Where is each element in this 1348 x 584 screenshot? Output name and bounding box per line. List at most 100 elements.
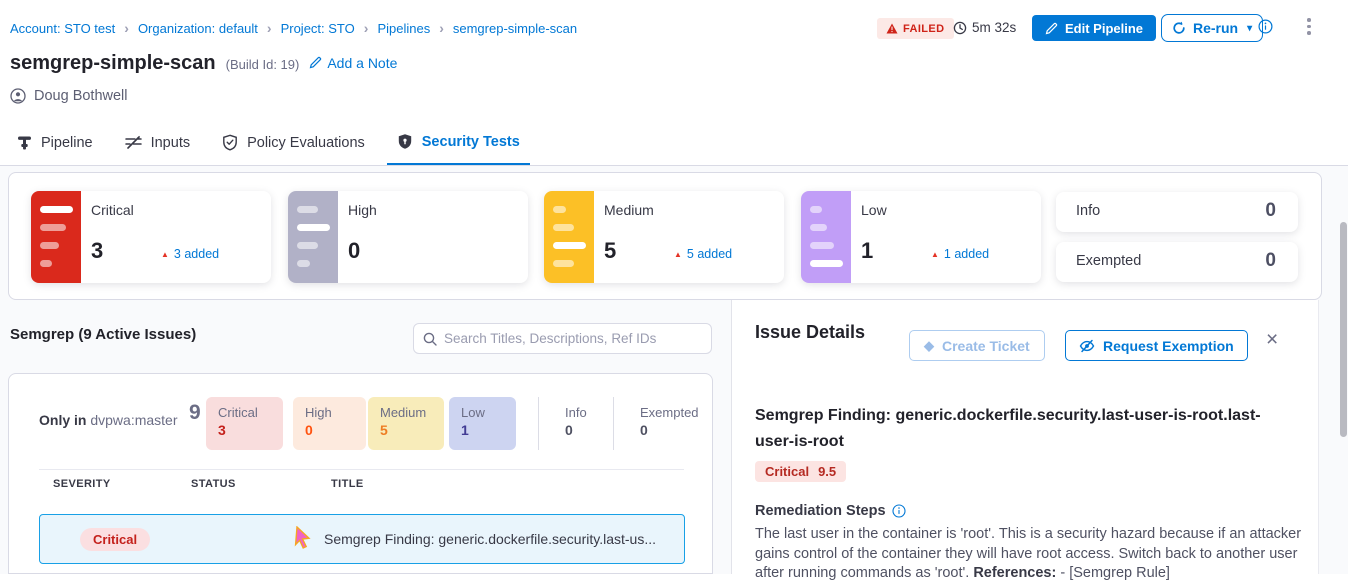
chip-value: 0 bbox=[565, 422, 587, 438]
severity-overview-panel: Critical 3 ▲ 3 added High 0 ▲ Medium 5 bbox=[8, 172, 1322, 300]
filter-chip-low[interactable]: Low 1 bbox=[449, 397, 516, 450]
severity-delta-label: 5 added bbox=[687, 247, 732, 261]
column-header-title: TITLE bbox=[331, 478, 364, 490]
severity-delta: ▲ 5 added bbox=[674, 247, 732, 261]
filter-chip-exempted[interactable]: Exempted 0 bbox=[628, 397, 711, 450]
tab-label: Security Tests bbox=[422, 134, 520, 150]
low-severity-gauge-icon bbox=[801, 191, 851, 283]
severity-card-high: High 0 ▲ bbox=[288, 191, 528, 283]
breadcrumb-pipelines[interactable]: Pipelines bbox=[377, 21, 430, 36]
inputs-icon bbox=[125, 135, 142, 150]
breadcrumb-current-pipeline[interactable]: semgrep-simple-scan bbox=[453, 21, 577, 36]
chip-label: Info bbox=[565, 405, 587, 420]
breadcrumb-project[interactable]: Project: STO bbox=[281, 21, 355, 36]
diamond-ticket-icon: ◆ bbox=[924, 338, 934, 354]
severity-delta-label: 3 added bbox=[174, 247, 219, 261]
status-badge-failed: FAILED bbox=[877, 18, 954, 39]
request-exemption-button[interactable]: Request Exemption bbox=[1065, 330, 1248, 361]
issues-search-box bbox=[413, 323, 712, 354]
severity-card-value: 5 bbox=[604, 238, 616, 264]
user-row: Doug Bothwell bbox=[10, 88, 128, 104]
severity-delta-label: 1 added bbox=[944, 247, 989, 261]
issues-total-count: 9 bbox=[189, 401, 201, 425]
triangle-up-icon: ▲ bbox=[674, 250, 682, 259]
edit-pencil-icon bbox=[1045, 22, 1058, 35]
divider bbox=[538, 397, 539, 450]
column-header-status: STATUS bbox=[191, 478, 236, 490]
security-tests-icon bbox=[397, 133, 413, 150]
info-circle-icon[interactable] bbox=[892, 504, 906, 518]
chevron-right-icon: › bbox=[364, 20, 369, 36]
divider bbox=[39, 469, 684, 470]
exempted-summary-card: Exempted 0 bbox=[1056, 242, 1298, 282]
remediation-heading: Remediation Steps bbox=[755, 503, 906, 519]
policy-evaluations-icon bbox=[222, 134, 238, 151]
chip-value: 1 bbox=[461, 422, 504, 438]
chevron-right-icon: › bbox=[439, 20, 444, 36]
tab-pipeline[interactable]: Pipeline bbox=[7, 120, 103, 165]
rerun-button[interactable]: Re-run ▾ bbox=[1161, 14, 1263, 42]
filter-chip-info[interactable]: Info 0 bbox=[553, 397, 599, 450]
severity-card-low: Low 1 ▲ 1 added bbox=[801, 191, 1041, 283]
exempted-card-label: Exempted bbox=[1076, 253, 1141, 269]
status-badge-label: FAILED bbox=[903, 23, 945, 35]
issue-details-drawer: Issue Details ◆ Create Ticket Request Ex… bbox=[731, 300, 1319, 574]
rerun-refresh-icon bbox=[1172, 21, 1186, 35]
chevron-right-icon: › bbox=[267, 20, 272, 36]
info-card-label: Info bbox=[1076, 203, 1100, 219]
tab-inputs[interactable]: Inputs bbox=[115, 120, 201, 165]
severity-card-value: 3 bbox=[91, 238, 103, 264]
request-exemption-label: Request Exemption bbox=[1103, 338, 1234, 354]
triangle-up-icon: ▲ bbox=[161, 250, 169, 259]
scope-label: Only in dvpwa:master bbox=[39, 412, 178, 428]
create-ticket-button[interactable]: ◆ Create Ticket bbox=[909, 330, 1045, 361]
pipeline-icon bbox=[17, 135, 32, 151]
severity-delta: ▲ 1 added bbox=[931, 247, 989, 261]
chip-value: 5 bbox=[380, 422, 432, 438]
breadcrumb-account[interactable]: Account: STO test bbox=[10, 21, 115, 36]
references-text: - [Semgrep Rule] bbox=[1056, 565, 1170, 581]
security-tests-content: Critical 3 ▲ 3 added High 0 ▲ Medium 5 bbox=[0, 166, 1348, 574]
chevron-right-icon: › bbox=[124, 20, 129, 36]
issue-row-title: Semgrep Finding: generic.dockerfile.secu… bbox=[324, 531, 656, 547]
breadcrumb-organization[interactable]: Organization: default bbox=[138, 21, 258, 36]
severity-card-label: Critical bbox=[91, 202, 134, 218]
severity-card-label: Medium bbox=[604, 202, 654, 218]
table-row-selected-issue[interactable]: Critical Semgrep Finding: generic.docker… bbox=[39, 514, 685, 564]
chevron-down-icon[interactable]: ▾ bbox=[1247, 23, 1252, 34]
warning-triangle-icon bbox=[886, 23, 898, 34]
add-note-button[interactable]: Add a Note bbox=[309, 55, 397, 71]
info-card-value: 0 bbox=[1265, 200, 1276, 222]
close-icon[interactable]: × bbox=[1266, 329, 1278, 350]
severity-card-value: 0 bbox=[348, 238, 360, 264]
issues-panel-heading: Semgrep (9 Active Issues) bbox=[10, 326, 196, 343]
search-input[interactable] bbox=[444, 331, 702, 346]
rerun-label: Re-run bbox=[1193, 20, 1238, 36]
breadcrumb: Account: STO test › Organization: default… bbox=[10, 20, 577, 36]
filter-chip-critical[interactable]: Critical 3 bbox=[206, 397, 283, 450]
pipeline-duration: 5m 32s bbox=[953, 20, 1016, 35]
note-pencil-icon bbox=[309, 56, 322, 69]
eye-off-icon bbox=[1079, 339, 1095, 353]
filter-chip-medium[interactable]: Medium 5 bbox=[368, 397, 444, 450]
vertical-scrollbar-thumb[interactable] bbox=[1340, 222, 1347, 437]
high-severity-gauge-icon bbox=[288, 191, 338, 283]
filter-chip-high[interactable]: High 0 bbox=[293, 397, 366, 450]
duration-label: 5m 32s bbox=[972, 20, 1016, 35]
chip-label: Low bbox=[461, 405, 504, 420]
edit-pipeline-button[interactable]: Edit Pipeline bbox=[1032, 15, 1156, 41]
tab-label: Pipeline bbox=[41, 135, 93, 151]
chip-label: Medium bbox=[380, 405, 432, 420]
info-circle-icon[interactable] bbox=[1258, 19, 1273, 39]
tab-security-tests[interactable]: Security Tests bbox=[387, 120, 530, 165]
kebab-menu-icon[interactable] bbox=[1302, 18, 1316, 35]
chip-label: Exempted bbox=[640, 405, 699, 420]
severity-pill: Critical bbox=[80, 528, 150, 551]
title-row: semgrep-simple-scan (Build Id: 19) Add a… bbox=[10, 52, 397, 75]
tab-policy-evaluations[interactable]: Policy Evaluations bbox=[212, 120, 375, 165]
chip-label: Critical bbox=[218, 405, 271, 420]
tab-label: Policy Evaluations bbox=[247, 135, 365, 151]
edit-pipeline-label: Edit Pipeline bbox=[1065, 21, 1143, 36]
user-avatar-icon bbox=[10, 88, 26, 104]
divider bbox=[613, 397, 614, 450]
